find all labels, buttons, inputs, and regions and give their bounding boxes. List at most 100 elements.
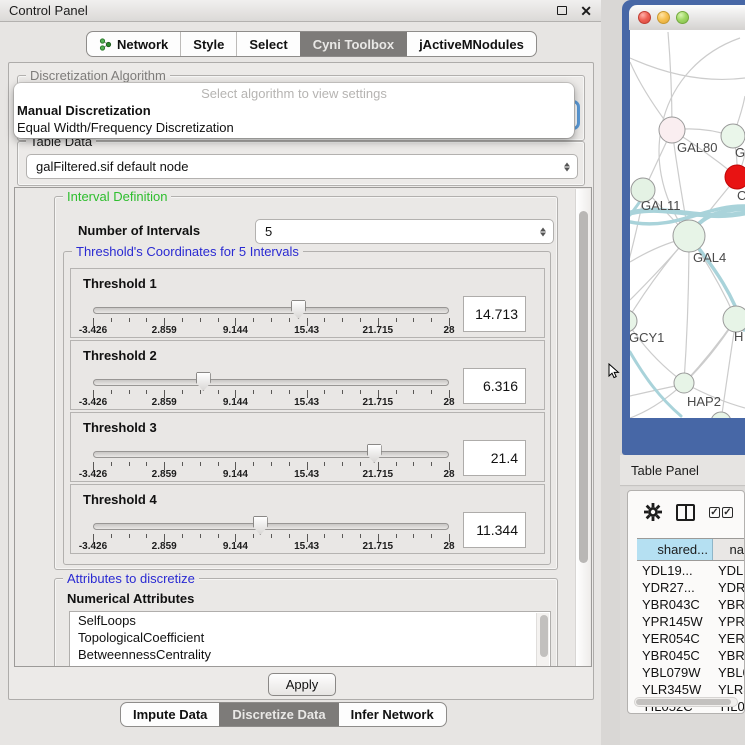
column-header-shared[interactable]: shared...: [637, 539, 713, 560]
tab-network[interactable]: Network: [87, 32, 180, 56]
network-node-node[interactable]: [711, 412, 731, 418]
table-row[interactable]: YDL19...YDL1: [637, 562, 744, 579]
slider-scale-label: -3.426: [63, 469, 123, 480]
slider-scale-label: 9.144: [205, 541, 265, 552]
table-row[interactable]: YDR27...YDR2: [637, 579, 744, 596]
slider-scale-label: 21.715: [348, 397, 408, 408]
slider-scale-label: 2.859: [134, 397, 194, 408]
algorithm-option-equal-width-frequency-discretization[interactable]: Equal Width/Frequency Discretization: [14, 119, 574, 136]
network-canvas[interactable]: GAL80GACGAL11GAL4GCY1HHAP2: [630, 30, 745, 418]
table-cell: YER054C: [637, 631, 713, 646]
table-row[interactable]: YLR345WYLR3: [637, 681, 744, 698]
threshold-value-field[interactable]: 11.344: [463, 512, 526, 548]
tab-impute-data[interactable]: Impute Data: [121, 703, 219, 726]
threshold-title: Threshold 4: [83, 492, 157, 507]
numerical-attributes-label: Numerical Attributes: [67, 591, 194, 606]
table-cell: YBR043C: [637, 597, 713, 612]
checkbox-icon[interactable]: ✓: [722, 507, 733, 518]
interval-definition-group: Interval Definition Number of Intervals …: [54, 196, 558, 570]
attribute-item-selfloops[interactable]: SelfLoops: [70, 612, 550, 629]
tab-label: Discretize Data: [232, 707, 325, 722]
threshold-value-field[interactable]: 21.4: [463, 440, 526, 476]
table-data-combobox[interactable]: galFiltered.sif default node: [26, 154, 578, 179]
network-edge: [668, 32, 672, 130]
column-visibility-toggles: ✓ ✓: [709, 507, 733, 518]
threshold-panel-3: Threshold 3-3.4262.8599.14415.4321.71528…: [70, 412, 545, 482]
table-horizontal-scrollbar[interactable]: [634, 697, 738, 707]
table-panel-title: Table Panel: [631, 463, 699, 478]
minimize-button[interactable]: [657, 11, 670, 24]
attribute-list-scrollbar[interactable]: [536, 613, 549, 667]
threshold-slider-track[interactable]: [93, 307, 449, 314]
zoom-button[interactable]: [676, 11, 689, 24]
table-cell: YDL1: [713, 563, 744, 578]
table-panel: ✓ ✓ shared...na YDL19...YDL1YDR27...YDR2…: [627, 490, 745, 714]
table-cell: YBR045C: [637, 648, 713, 663]
table-row[interactable]: YBR045CYBR0: [637, 647, 744, 664]
tab-style[interactable]: Style: [180, 32, 236, 56]
tab-label: Cyni Toolbox: [313, 37, 394, 52]
stepper-arrows-icon: [540, 227, 546, 236]
attributes-group: Attributes to discretize Numerical Attri…: [54, 578, 558, 667]
network-node-c[interactable]: [725, 165, 745, 189]
attribute-item-topologicalcoefficient[interactable]: TopologicalCoefficient: [70, 629, 550, 646]
tab-label: Infer Network: [351, 707, 434, 722]
attributes-group-label: Attributes to discretize: [63, 571, 199, 586]
network-node-gcy1[interactable]: [630, 310, 637, 332]
threshold-slider-track[interactable]: [93, 379, 449, 386]
network-node-gal4[interactable]: [673, 220, 705, 252]
float-icon[interactable]: [557, 6, 567, 15]
threshold-slider-track[interactable]: [93, 451, 449, 458]
tab-jactivemnodules[interactable]: jActiveMNodules: [406, 32, 536, 56]
tab-infer-network[interactable]: Infer Network: [338, 703, 446, 726]
slider-scale-label: 9.144: [205, 325, 265, 336]
columns-icon[interactable]: [676, 504, 695, 521]
table-cell: YBL0: [713, 665, 744, 680]
scrollbar-thumb[interactable]: [579, 211, 588, 563]
attribute-item-betweennesscentrality[interactable]: BetweennessCentrality: [70, 646, 550, 663]
slider-scale-label: -3.426: [63, 397, 123, 408]
checkbox-icon[interactable]: ✓: [709, 507, 720, 518]
table-row[interactable]: YPR145WYPR1: [637, 613, 744, 630]
close-button[interactable]: [638, 11, 651, 24]
slider-scale-label: 21.715: [348, 541, 408, 552]
tab-label: Select: [249, 37, 287, 52]
table-cell: YDL19...: [637, 563, 713, 578]
number-of-intervals-combobox[interactable]: 5: [255, 219, 554, 244]
algorithm-option-manual-discretization[interactable]: Manual Discretization: [14, 102, 574, 119]
gear-icon[interactable]: [644, 503, 662, 521]
number-of-intervals-value: 5: [265, 224, 272, 239]
slider-scale-label: -3.426: [63, 325, 123, 336]
table-row[interactable]: YER054CYER0: [637, 630, 744, 647]
close-icon[interactable]: ✕: [580, 4, 592, 18]
table-cell: YBR0: [713, 597, 744, 612]
threshold-slider-thumb[interactable]: [196, 372, 211, 391]
table-row[interactable]: YBR043CYBR0: [637, 596, 744, 613]
table-cell: YPR1: [713, 614, 744, 629]
tab-select[interactable]: Select: [236, 32, 299, 56]
desktop: Control Panel ✕ NetworkStyle Select Cyni T…: [0, 0, 745, 745]
apply-button[interactable]: Apply: [268, 673, 336, 696]
column-header-na[interactable]: na: [713, 539, 744, 560]
tab-cyni-toolbox[interactable]: Cyni Toolbox: [300, 32, 406, 56]
threshold-slider-thumb[interactable]: [253, 516, 268, 535]
threshold-slider-thumb[interactable]: [367, 444, 382, 463]
table-row[interactable]: YBL079WYBL0: [637, 664, 744, 681]
threshold-slider-track[interactable]: [93, 523, 449, 530]
settings-vertical-scrollbar[interactable]: [575, 189, 590, 667]
table-data-group: Table Data galFiltered.sif default node: [17, 141, 585, 186]
table-cell: YER0: [713, 631, 744, 646]
tab-discretize-data[interactable]: Discretize Data: [219, 703, 337, 726]
threshold-coordinates-group: Threshold's Coordinates for 5 Intervals …: [63, 251, 551, 565]
slider-scale-label: 2.859: [134, 325, 194, 336]
network-node-hap2[interactable]: [674, 373, 694, 393]
control-panel-title: Control Panel: [9, 3, 557, 18]
slider-scale-label: 21.715: [348, 325, 408, 336]
node-label-gal80: GAL80: [677, 140, 717, 155]
tab-label: Impute Data: [133, 707, 207, 722]
scrollbar-thumb[interactable]: [636, 699, 731, 705]
table-data-value: galFiltered.sif default node: [36, 159, 188, 174]
threshold-value-field[interactable]: 14.713: [463, 296, 526, 332]
threshold-slider-thumb[interactable]: [291, 300, 306, 319]
threshold-value-field[interactable]: 6.316: [463, 368, 526, 404]
